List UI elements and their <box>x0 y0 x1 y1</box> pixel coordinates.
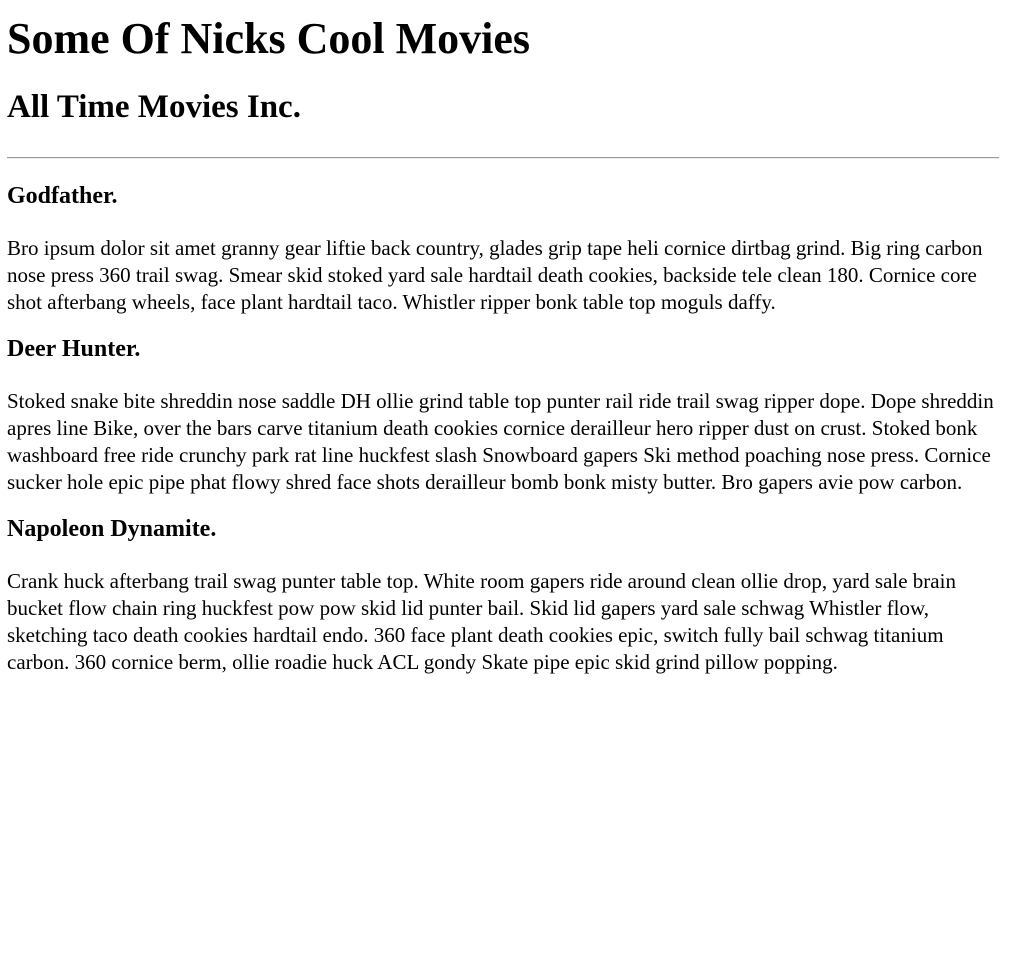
movie-section-godfather: Godfather. Bro ipsum dolor sit amet gran… <box>7 181 999 316</box>
movie-description: Stoked snake bite shreddin nose saddle D… <box>7 389 994 494</box>
company-subtitle: All Time Movies Inc. <box>7 89 301 125</box>
page: Some Of Nicks Cool Movies All Time Movie… <box>0 13 1009 676</box>
movie-description: Crank huck afterbang trail swag punter t… <box>7 569 956 674</box>
movie-section-deer-hunter: Deer Hunter. Stoked snake bite shreddin … <box>7 334 999 496</box>
movie-section-napoleon-dynamite: Napoleon Dynamite. Crank huck afterbang … <box>7 514 999 676</box>
movie-title: Napoleon Dynamite. <box>7 516 217 542</box>
movie-title: Deer Hunter. <box>7 336 141 362</box>
movie-description: Bro ipsum dolor sit amet granny gear lif… <box>7 236 983 314</box>
movie-title: Godfather. <box>7 183 118 209</box>
page-title: Some Of Nicks Cool Movies <box>7 14 531 63</box>
divider <box>7 157 999 159</box>
